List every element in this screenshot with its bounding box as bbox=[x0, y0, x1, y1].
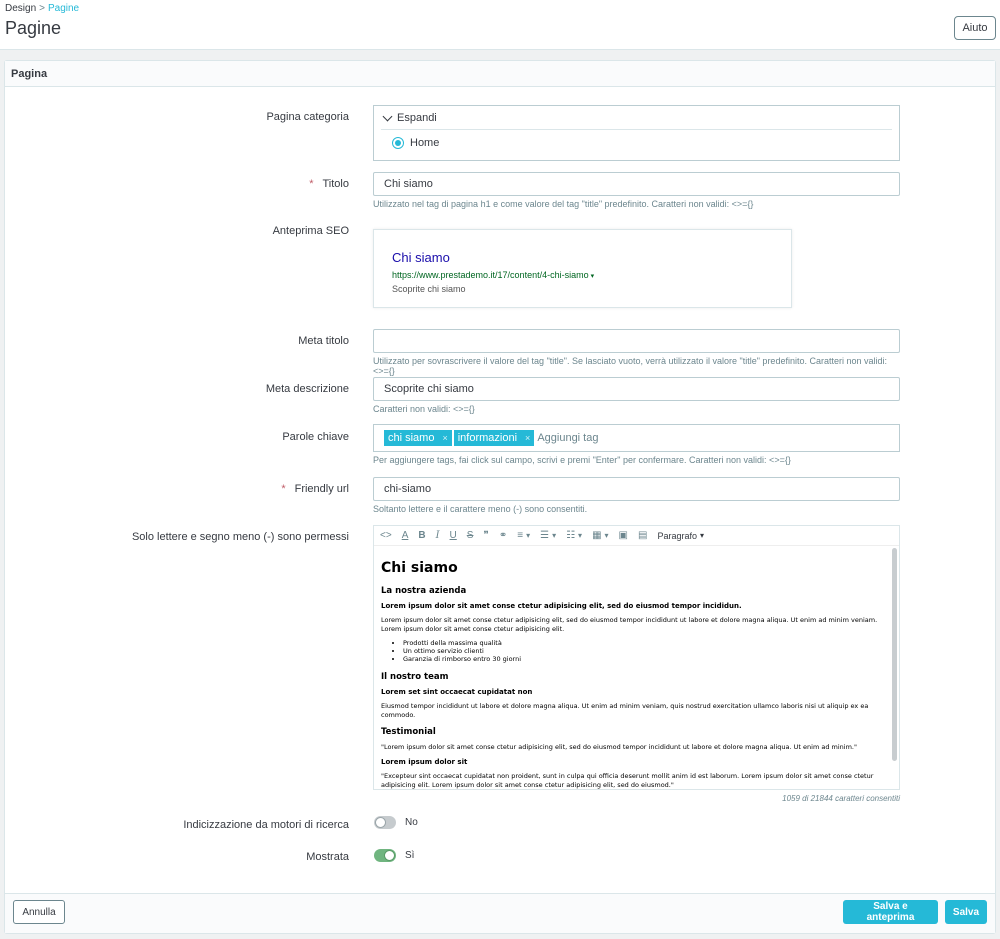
friendly-url-input[interactable]: chi-siamo bbox=[373, 477, 900, 501]
bold-icon[interactable]: B bbox=[418, 530, 425, 541]
breadcrumb-separator: > bbox=[39, 3, 45, 14]
italic-icon[interactable]: I bbox=[436, 530, 440, 541]
indexing-label: Indicizzazione da motori di ricerca bbox=[183, 819, 349, 831]
content-subheading: La nostra azienda bbox=[381, 586, 467, 596]
table-icon[interactable]: ▦ bbox=[592, 530, 608, 541]
tree-expand-toggle[interactable]: Espandi bbox=[381, 106, 892, 130]
content-list: Prodotti della massima qualità Un ottimo… bbox=[381, 639, 883, 664]
paragraph-format-dropdown[interactable]: Paragrafo bbox=[657, 531, 704, 541]
radio-selected-icon[interactable] bbox=[392, 137, 404, 149]
close-icon[interactable]: × bbox=[525, 433, 530, 443]
editor-toolbar: <> A B I U S ❞ ⚭ ≡ ☰ ☷ ▦ ▣ ▤ Paragrafo bbox=[374, 526, 899, 546]
seo-label: Anteprima SEO bbox=[272, 225, 349, 237]
caret-down-icon: ▾ bbox=[590, 273, 595, 280]
toggle-knob bbox=[384, 850, 395, 861]
list-item: Garanzia di rimborso entro 30 giorni bbox=[403, 655, 883, 663]
link-icon[interactable]: ⚭ bbox=[499, 530, 507, 541]
content-subheading: Testimonial bbox=[381, 727, 436, 738]
card-footer: Annulla Salva e anteprima Salva bbox=[5, 893, 995, 933]
title-help: Utilizzato nel tag di pagina h1 e come v… bbox=[373, 199, 754, 209]
editor-content[interactable]: Chi siamo La nostra azienda Lorem ipsum … bbox=[374, 546, 899, 789]
required-marker: * bbox=[281, 483, 286, 495]
required-marker: * bbox=[309, 178, 314, 190]
title-input[interactable]: Chi siamo bbox=[373, 172, 900, 196]
card-title: Pagina bbox=[5, 61, 995, 87]
blockquote-icon[interactable]: ❞ bbox=[483, 530, 488, 541]
chevron-down-icon bbox=[382, 111, 393, 121]
meta-title-input[interactable] bbox=[373, 329, 900, 353]
save-button[interactable]: Salva bbox=[945, 900, 987, 924]
content-paragraph: Lorem ipsum dolor sit amet conse ctetur … bbox=[381, 616, 878, 633]
list-item: Prodotti della massima qualità bbox=[403, 639, 883, 647]
content-label: Solo lettere e segno meno (-) sono perme… bbox=[131, 531, 349, 543]
displayed-label: Mostrata bbox=[306, 851, 349, 863]
align-icon[interactable]: ≡ bbox=[517, 530, 530, 541]
meta-description-label: Meta descrizione bbox=[265, 383, 349, 395]
displayed-value: Sì bbox=[405, 850, 415, 861]
breadcrumb: Design > Pagine bbox=[5, 3, 79, 14]
tag-label: informazioni bbox=[457, 432, 518, 444]
seo-url: https://www.prestademo.it/17/content/4-c… bbox=[392, 270, 773, 280]
keywords-label: Parole chiave bbox=[282, 431, 349, 443]
add-tag-input[interactable]: Aggiungi tag bbox=[537, 432, 598, 444]
tree-item-label: Home bbox=[410, 137, 440, 149]
page-title: Pagine bbox=[5, 18, 62, 38]
media-icon[interactable]: ▤ bbox=[638, 530, 647, 541]
tag-label: chi siamo bbox=[388, 432, 435, 444]
seo-description: Scoprite chi siamo bbox=[392, 284, 466, 294]
tag: informazioni × bbox=[453, 430, 535, 446]
content-paragraph: "Excepteur sint occaecat cupidatat non p… bbox=[381, 772, 874, 789]
friendly-url-label: * Friendly url bbox=[9, 483, 349, 495]
keywords-tag-input[interactable]: chi siamo × informazioni × Aggiungi tag bbox=[373, 424, 900, 452]
content-minor-heading: Lorem set sint occaecat cupidatat non bbox=[381, 687, 533, 696]
character-counter: 1059 di 21844 caratteri consentiti bbox=[782, 794, 900, 803]
bullet-list-icon[interactable]: ☰ bbox=[540, 530, 556, 541]
numbered-list-icon[interactable]: ☷ bbox=[566, 530, 582, 541]
category-tree: Espandi Home bbox=[373, 105, 900, 161]
meta-description-help: Caratteri non validi: <>={} bbox=[373, 404, 475, 414]
displayed-toggle[interactable] bbox=[374, 849, 396, 862]
seo-title: Chi siamo bbox=[392, 250, 450, 265]
tree-expand-label: Espandi bbox=[397, 111, 437, 124]
indexing-value: No bbox=[405, 817, 418, 828]
content-paragraph: "Lorem ipsum dolor sit amet conse ctetur… bbox=[381, 743, 857, 752]
content-paragraph: Eiusmod tempor incididunt ut labore et d… bbox=[381, 701, 869, 719]
page-form-card: Pagina Pagina categoria Espandi Home * Ti… bbox=[4, 60, 996, 934]
title-label-text: Titolo bbox=[322, 178, 350, 190]
meta-title-label: Meta titolo bbox=[298, 335, 349, 347]
title-label: * Titolo bbox=[9, 178, 349, 190]
underline-icon[interactable]: U bbox=[450, 530, 457, 541]
meta-title-help: Utilizzato per sovrascrivere il valore d… bbox=[373, 356, 888, 376]
content-minor-heading: Lorem ipsum dolor sit bbox=[381, 758, 468, 767]
content-subheading: Il nostro team bbox=[381, 671, 449, 682]
tag: chi siamo × bbox=[384, 430, 452, 446]
editor-scrollbar[interactable] bbox=[892, 548, 897, 761]
list-item: Un ottimo servizio clienti bbox=[403, 647, 883, 655]
cancel-button[interactable]: Annulla bbox=[13, 900, 65, 924]
meta-description-input[interactable]: Scoprite chi siamo bbox=[373, 377, 900, 401]
breadcrumb-current[interactable]: Pagine bbox=[48, 3, 79, 14]
tree-item-home[interactable]: Home bbox=[392, 137, 892, 149]
rich-text-editor: <> A B I U S ❞ ⚭ ≡ ☰ ☷ ▦ ▣ ▤ Paragrafo bbox=[373, 525, 900, 790]
category-label: Pagina categoria bbox=[266, 111, 349, 123]
toggle-knob bbox=[375, 817, 386, 828]
code-icon[interactable]: <> bbox=[380, 530, 392, 541]
page-header: Design > Pagine Pagine Aiuto bbox=[0, 0, 1000, 50]
image-icon[interactable]: ▣ bbox=[619, 530, 628, 541]
friendly-url-help: Soltanto lettere e il carattere meno (-)… bbox=[373, 504, 588, 514]
indexing-toggle[interactable] bbox=[374, 816, 396, 829]
strikethrough-icon[interactable]: S bbox=[467, 530, 474, 541]
help-button[interactable]: Aiuto bbox=[954, 16, 996, 40]
save-and-preview-button[interactable]: Salva e anteprima bbox=[843, 900, 938, 924]
friendly-url-label-text: Friendly url bbox=[294, 483, 349, 495]
seo-preview: Chi siamo https://www.prestademo.it/17/c… bbox=[373, 229, 792, 308]
close-icon[interactable]: × bbox=[442, 433, 447, 443]
text-color-icon[interactable]: A bbox=[402, 530, 409, 541]
content-heading: Chi siamo bbox=[381, 560, 458, 576]
seo-url-text: https://www.prestademo.it/17/content/4-c… bbox=[392, 270, 589, 280]
keywords-help: Per aggiungere tags, fai click sul campo… bbox=[373, 455, 791, 465]
content-minor-heading: Lorem ipsum dolor sit amet conse ctetur … bbox=[381, 602, 742, 610]
breadcrumb-parent[interactable]: Design bbox=[5, 3, 36, 14]
